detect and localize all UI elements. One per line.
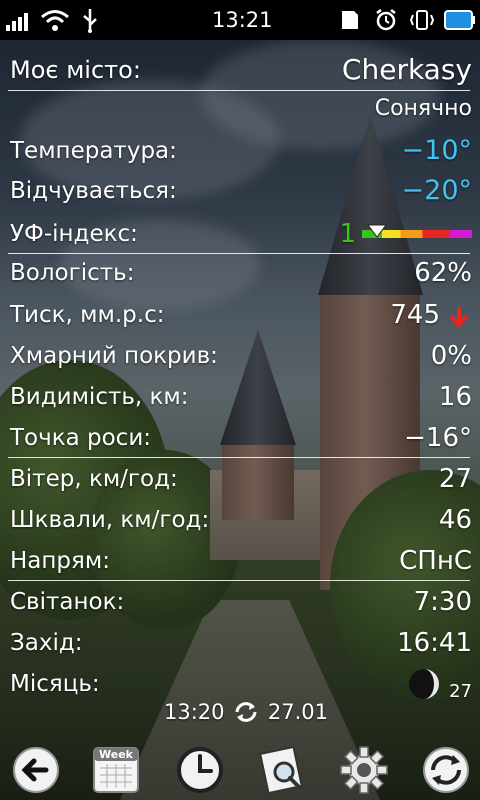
- alarm-icon: [376, 9, 396, 31]
- signal-icon: [6, 13, 28, 31]
- sync-icon: [235, 702, 257, 722]
- moon-phase-icon: [409, 669, 439, 699]
- temperature-value: −10°: [401, 135, 472, 166]
- humidity-label: Вологість:: [10, 260, 135, 286]
- cloud-cover-row: Хмарний покрив: 0%: [10, 338, 472, 374]
- wind-speed-row: Вітер, км/год: 27: [10, 461, 472, 497]
- wind-speed-value: 27: [438, 464, 472, 494]
- condition-row: Сонячно: [10, 91, 472, 127]
- moon-day-value: 27: [449, 681, 472, 702]
- status-time: 13:21: [212, 8, 273, 32]
- city-label: Моє місто:: [10, 56, 141, 84]
- wind-gusts-label: Шквали, км/год:: [10, 507, 210, 533]
- pressure-row: Тиск, мм.р.с: 745: [10, 297, 472, 333]
- sunrise-label: Світанок:: [10, 589, 125, 615]
- uv-index-row: УФ-індекс: 1: [10, 216, 472, 252]
- wind-gusts-row: Шквали, км/год: 46: [10, 502, 472, 538]
- visibility-row: Видимість, км: 16: [10, 379, 472, 415]
- sunset-row: Захід: 16:41: [10, 625, 472, 661]
- sunrise-value: 7:30: [413, 587, 472, 617]
- uv-marker-icon: [366, 224, 387, 238]
- search-map-button[interactable]: [256, 744, 308, 796]
- map-search-icon: [259, 745, 303, 795]
- temperature-row: Температура: −10°: [10, 133, 472, 169]
- gear-icon: [340, 746, 388, 794]
- sunset-value: 16:41: [397, 628, 472, 658]
- divider: [8, 457, 470, 458]
- humidity-row: Вологість: 62%: [10, 255, 472, 291]
- sunset-label: Захід:: [10, 630, 83, 656]
- status-bar: 13:21: [0, 0, 480, 40]
- wind-speed-label: Вітер, км/год:: [10, 466, 178, 492]
- city-row[interactable]: Моє місто: Cherkasy: [10, 52, 472, 88]
- sd-card-icon: [342, 11, 358, 29]
- humidity-value: 62%: [414, 258, 472, 288]
- week-label: Week: [99, 748, 133, 761]
- clock-icon: [177, 747, 223, 793]
- refresh-button[interactable]: [420, 744, 472, 796]
- wind-direction-row: Напрям: СПнС: [10, 543, 472, 579]
- feels-like-value: −20°: [401, 175, 472, 206]
- dew-point-label: Точка роси:: [10, 425, 152, 451]
- wind-direction-label: Напрям:: [10, 548, 110, 574]
- dew-point-row: Точка роси: −16°: [10, 420, 472, 456]
- wind-direction-value: СПнС: [399, 546, 472, 576]
- vibrate-icon: [409, 10, 435, 30]
- uv-index-value: 1: [339, 219, 356, 249]
- wifi-icon: [41, 10, 69, 31]
- visibility-label: Видимість, км:: [10, 384, 189, 410]
- cloud-cover-value: 0%: [430, 341, 472, 371]
- bottom-toolbar: Week: [0, 740, 480, 800]
- city-name[interactable]: Cherkasy: [342, 52, 472, 88]
- cloud-cover-label: Хмарний покрив:: [10, 343, 218, 369]
- last-updated[interactable]: 13:20 27.01: [164, 696, 328, 728]
- wind-gusts-value: 46: [438, 505, 472, 535]
- pressure-label: Тиск, мм.р.с:: [10, 302, 165, 328]
- feels-like-row: Відчувається: −20°: [10, 173, 472, 209]
- back-button[interactable]: [10, 744, 62, 796]
- usb-icon: [83, 9, 97, 33]
- pressure-value: 745: [390, 300, 440, 330]
- moon-label: Місяць:: [10, 671, 100, 697]
- temperature-label: Температура:: [10, 138, 177, 164]
- uv-index-scale: [362, 224, 472, 238]
- uv-index-label: УФ-індекс:: [10, 221, 138, 247]
- sunrise-row: Світанок: 7:30: [10, 584, 472, 620]
- arrow-down-icon: [449, 307, 469, 329]
- battery-icon: [444, 10, 475, 30]
- updated-date: 27.01: [267, 700, 329, 724]
- week-calendar-button[interactable]: Week: [90, 744, 142, 796]
- clock-button[interactable]: [174, 744, 226, 796]
- visibility-value: 16: [438, 382, 472, 412]
- weather-condition: Сонячно: [374, 96, 472, 121]
- divider: [8, 253, 470, 254]
- updated-time: 13:20: [164, 700, 225, 724]
- divider: [8, 580, 470, 581]
- dew-point-value: −16°: [404, 423, 472, 453]
- feels-like-label: Відчувається:: [10, 178, 177, 204]
- refresh-icon: [423, 747, 469, 793]
- settings-button[interactable]: [338, 744, 390, 796]
- back-arrow-icon: [13, 747, 59, 793]
